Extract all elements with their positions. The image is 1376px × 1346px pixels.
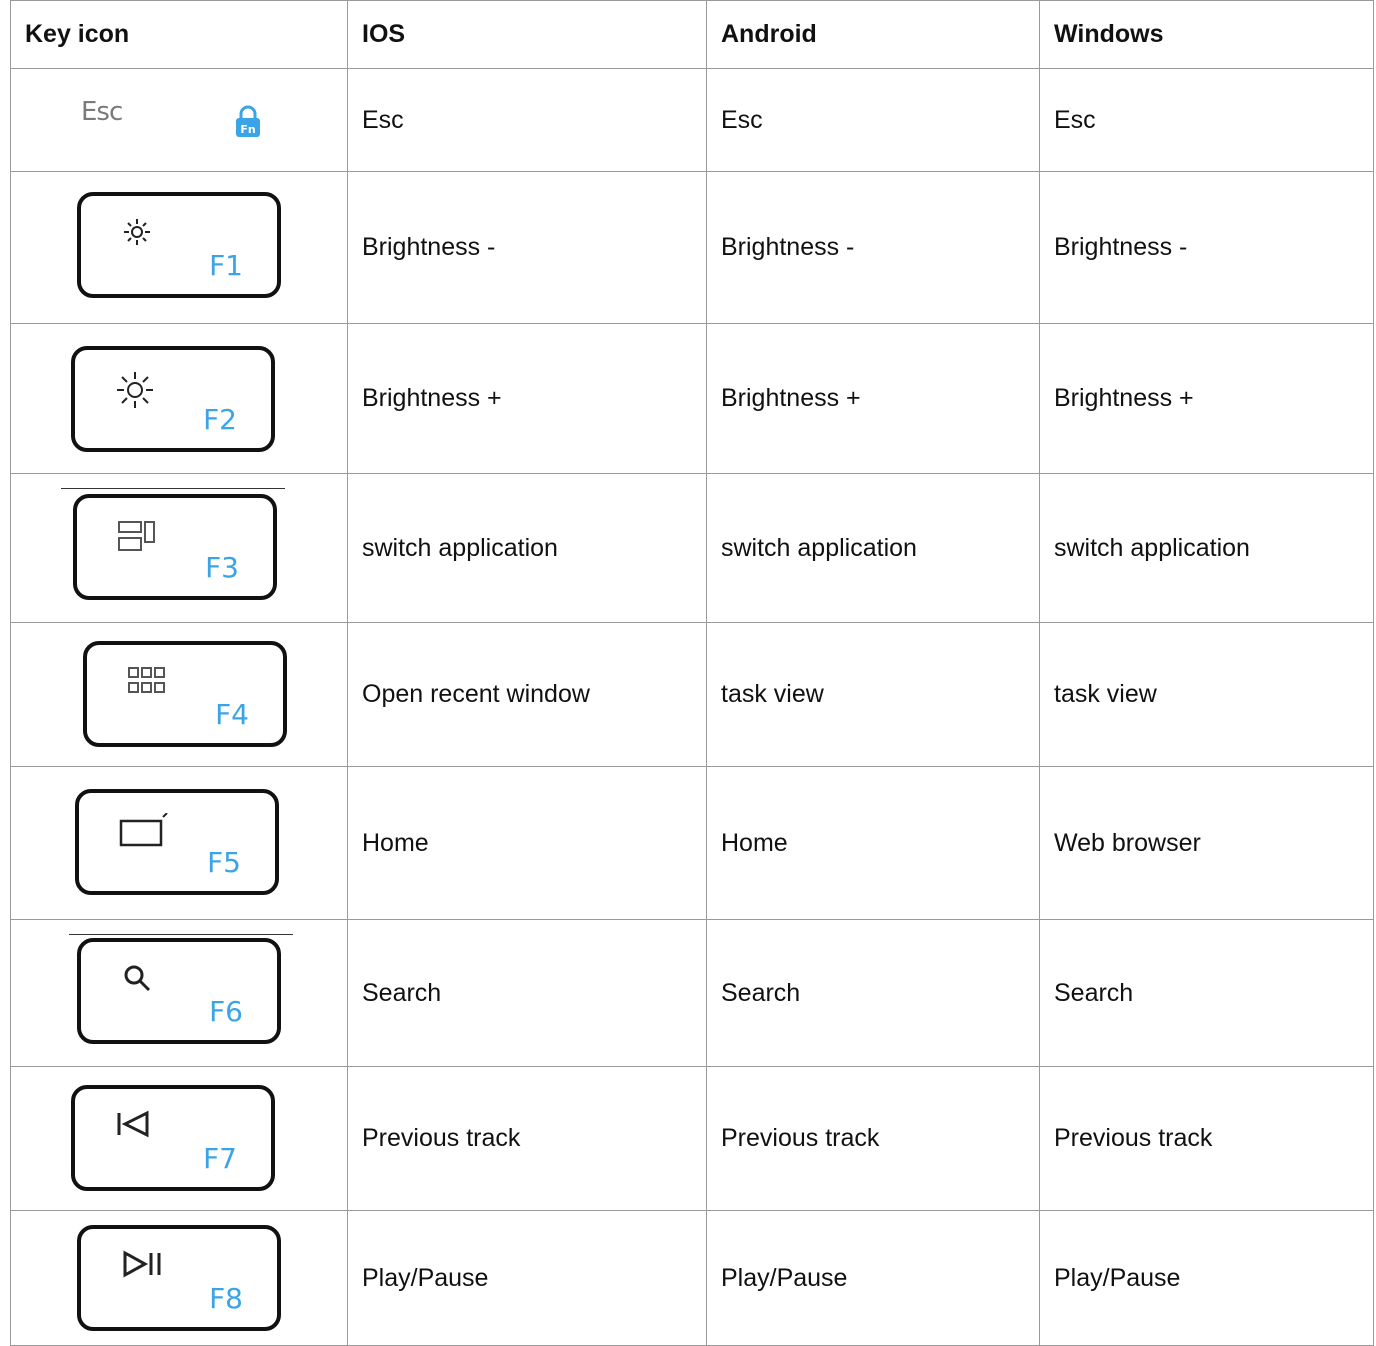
- windows-cell: Play/Pause: [1039, 1210, 1374, 1346]
- windows-cell: switch application: [1039, 473, 1374, 623]
- android-cell: Home: [706, 766, 1040, 920]
- brightness-down-icon: [124, 219, 150, 245]
- key-icon-cell: Esc Fn: [10, 68, 348, 172]
- f8-label: F8: [209, 1282, 243, 1315]
- f6-key: F6: [77, 938, 281, 1044]
- header-android: Android: [706, 0, 1040, 69]
- ios-cell: Search: [347, 919, 707, 1067]
- svg-text:Fn: Fn: [240, 123, 255, 136]
- key-icon-cell: F8: [10, 1210, 348, 1346]
- key-icon-cell: F3: [10, 473, 348, 623]
- task-grid-icon: [128, 667, 165, 693]
- ios-cell: Brightness -: [347, 171, 707, 324]
- table-row: F5 Home Home Web browser: [10, 766, 1374, 920]
- f5-label: F5: [207, 846, 241, 879]
- f5-key: F5: [75, 789, 279, 895]
- table-row: F2 Brightness + Brightness + Brightness …: [10, 323, 1374, 474]
- key-icon-cell: F6: [10, 919, 348, 1067]
- windows-cell: Web browser: [1039, 766, 1374, 920]
- header-row: Key icon IOS Android Windows: [10, 0, 1374, 69]
- f7-key: F7: [71, 1085, 275, 1191]
- windows-cell: Brightness +: [1039, 323, 1374, 474]
- f4-key: F4: [83, 641, 287, 747]
- ios-cell: Open recent window: [347, 622, 707, 767]
- table-row: Esc Fn Esc Esc Esc: [10, 68, 1374, 172]
- key-icon-cell: F7: [10, 1066, 348, 1211]
- ios-cell: Previous track: [347, 1066, 707, 1211]
- divider: [69, 934, 293, 935]
- windows-cell: Brightness -: [1039, 171, 1374, 324]
- search-icon: [124, 965, 151, 992]
- ios-cell: Home: [347, 766, 707, 920]
- f3-label: F3: [205, 551, 239, 584]
- f2-label: F2: [203, 403, 237, 436]
- f8-key: F8: [77, 1225, 281, 1331]
- android-cell: Previous track: [706, 1066, 1040, 1211]
- android-cell: switch application: [706, 473, 1040, 623]
- android-cell: Brightness -: [706, 171, 1040, 324]
- android-cell: Brightness +: [706, 323, 1040, 474]
- ios-cell: Esc: [347, 68, 707, 172]
- android-cell: task view: [706, 622, 1040, 767]
- play-pause-icon: [123, 1250, 161, 1278]
- key-icon-cell: F5: [10, 766, 348, 920]
- table-row: F1 Brightness - Brightness - Brightness …: [10, 171, 1374, 324]
- table-row: F8 Play/Pause Play/Pause Play/Pause: [10, 1210, 1374, 1346]
- ios-cell: switch application: [347, 473, 707, 623]
- windows-cell: Search: [1039, 919, 1374, 1067]
- android-cell: Search: [706, 919, 1040, 1067]
- home-window-icon: [119, 813, 168, 847]
- switch-application-icon: [118, 521, 155, 551]
- f2-key: F2: [71, 346, 275, 452]
- f7-label: F7: [203, 1142, 237, 1175]
- previous-track-icon: [117, 1110, 149, 1138]
- brightness-up-icon: [117, 372, 153, 408]
- key-icon-cell: F2: [10, 323, 348, 474]
- header-ios: IOS: [347, 0, 707, 69]
- table-row: F4 Open recent window task view task vie…: [10, 622, 1374, 767]
- table-row: F7 Previous track Previous track Previou…: [10, 1066, 1374, 1211]
- windows-cell: Esc: [1039, 68, 1374, 172]
- key-mapping-table: Key icon IOS Android Windows Esc Fn Esc …: [10, 0, 1374, 1346]
- key-icon-cell: F1: [10, 171, 348, 324]
- key-icon-cell: F4: [10, 622, 348, 767]
- windows-cell: task view: [1039, 622, 1374, 767]
- android-cell: Esc: [706, 68, 1040, 172]
- windows-cell: Previous track: [1039, 1066, 1374, 1211]
- f1-label: F1: [209, 249, 243, 282]
- esc-key-label: Esc: [81, 97, 123, 127]
- fn-lock-icon: Fn: [236, 105, 260, 137]
- header-windows: Windows: [1039, 0, 1374, 69]
- f3-key: F3: [73, 494, 277, 600]
- ios-cell: Brightness +: [347, 323, 707, 474]
- f4-label: F4: [215, 698, 249, 731]
- header-key-icon: Key icon: [10, 0, 348, 69]
- f6-label: F6: [209, 995, 243, 1028]
- android-cell: Play/Pause: [706, 1210, 1040, 1346]
- table-row: F6 Search Search Search: [10, 919, 1374, 1067]
- f1-key: F1: [77, 192, 281, 298]
- table-row: F3 switch application switch application…: [10, 473, 1374, 623]
- divider: [61, 488, 285, 489]
- ios-cell: Play/Pause: [347, 1210, 707, 1346]
